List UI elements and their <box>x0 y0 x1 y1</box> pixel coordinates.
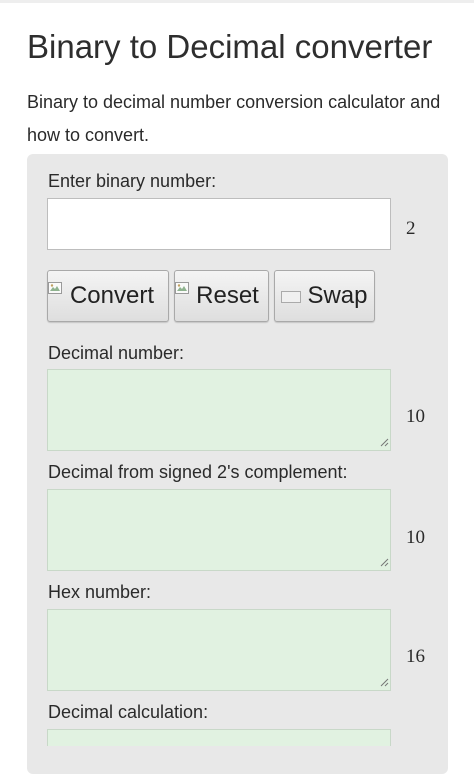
hex-base-label: 16 <box>406 646 425 667</box>
signed-output-label: Decimal from signed 2's complement: <box>48 462 348 482</box>
hex-output[interactable] <box>47 609 391 691</box>
binary-input[interactable] <box>47 198 391 250</box>
swap-button-label: Swap <box>307 282 368 309</box>
swap-button[interactable]: Swap <box>274 270 375 322</box>
signed-output[interactable] <box>47 489 391 571</box>
swap-image-icon <box>281 291 302 303</box>
binary-base-label: 2 <box>406 218 416 239</box>
resize-grip-icon[interactable] <box>379 437 389 447</box>
broken-image-icon <box>48 282 62 294</box>
calc-output[interactable] <box>47 729 391 746</box>
convert-button-label: Convert <box>69 282 155 309</box>
decimal-output[interactable] <box>47 369 391 451</box>
signed-base-label: 10 <box>406 527 425 548</box>
hex-output-label: Hex number: <box>48 582 152 602</box>
resize-grip-icon[interactable] <box>379 677 389 687</box>
binary-input-label: Enter binary number: <box>48 171 217 191</box>
page-title: Binary to Decimal converter <box>27 28 433 65</box>
reset-button-label: Reset <box>196 282 259 309</box>
calc-output-label: Decimal calculation: <box>48 702 209 722</box>
convert-button[interactable]: Convert <box>47 270 169 322</box>
intro-text: Binary to decimal number conversion calc… <box>27 92 441 145</box>
reset-button[interactable]: Reset <box>174 270 269 322</box>
top-divider <box>0 0 474 3</box>
resize-grip-icon[interactable] <box>379 557 389 567</box>
decimal-base-label: 10 <box>406 406 425 427</box>
broken-image-icon <box>175 282 189 294</box>
decimal-output-label: Decimal number: <box>48 343 185 363</box>
